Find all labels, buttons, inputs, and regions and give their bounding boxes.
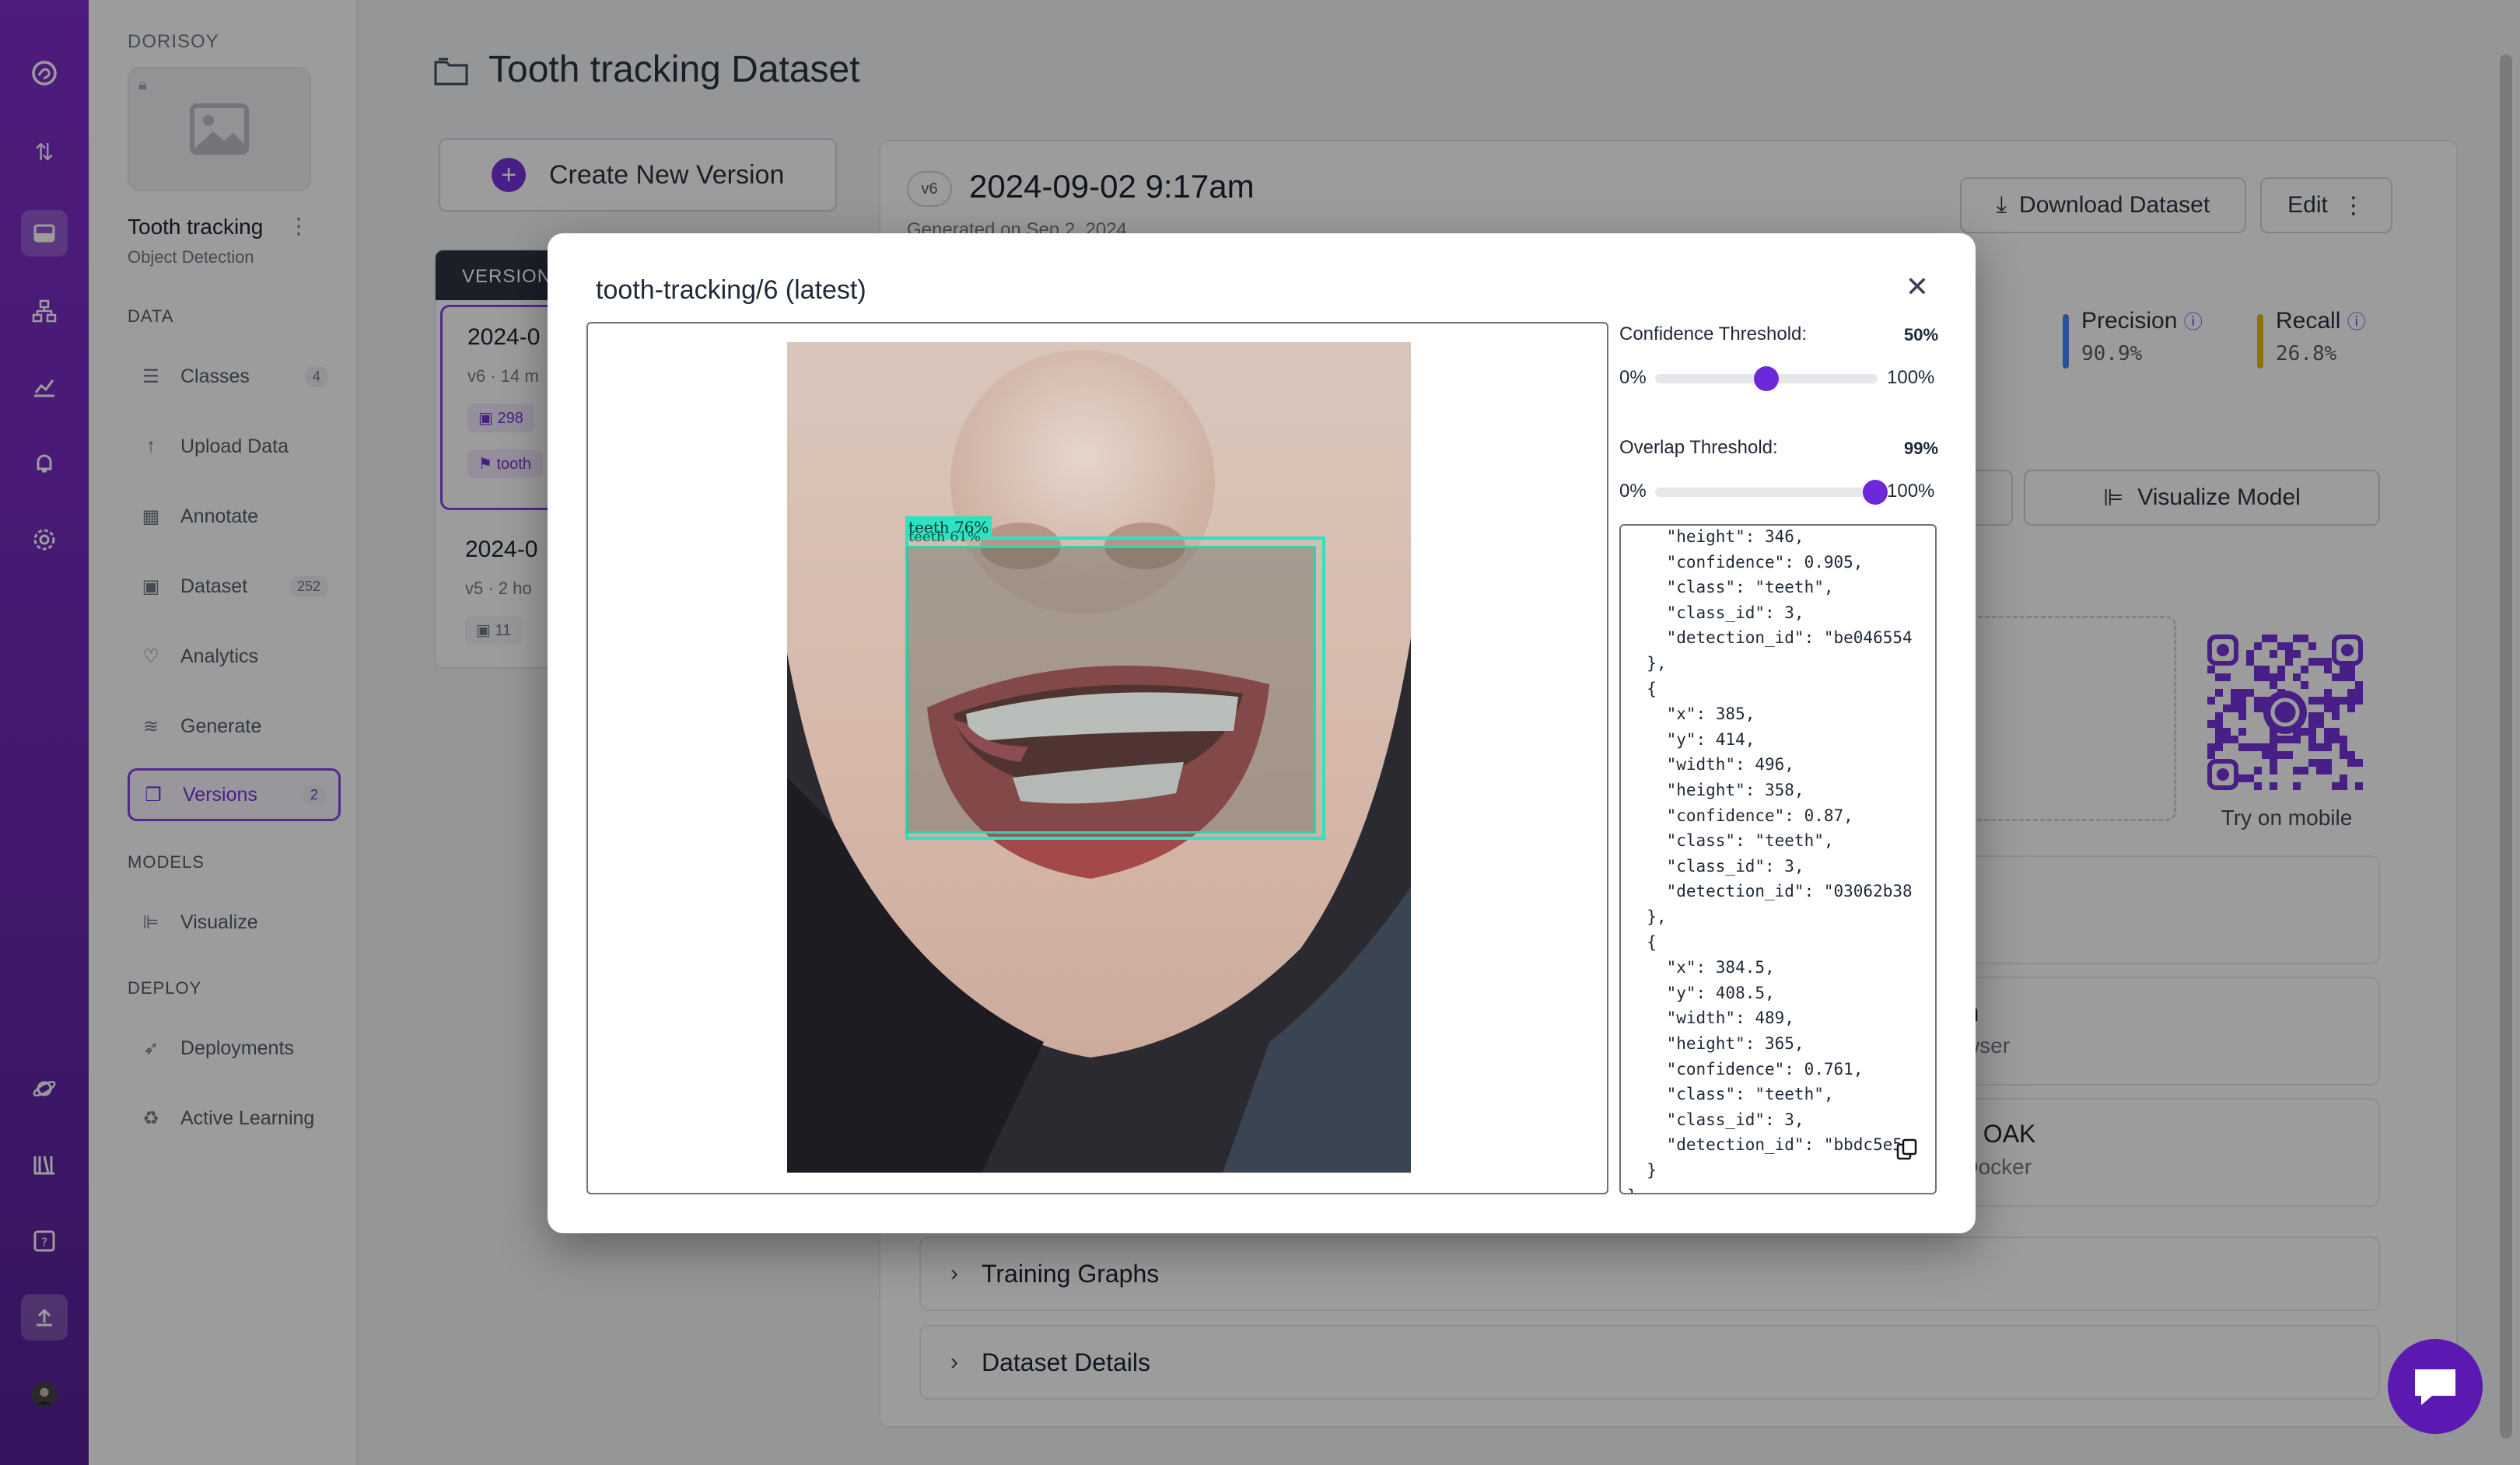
overlap-slider[interactable]: 0% 100% bbox=[1619, 471, 1938, 512]
chat-button[interactable] bbox=[2388, 1339, 2483, 1434]
confidence-slider[interactable]: 0% 100% bbox=[1619, 358, 1938, 398]
modal-title: tooth-tracking/6 (latest) bbox=[596, 275, 866, 305]
json-line: "confidence": 0.761, bbox=[1627, 1059, 1864, 1079]
detection-label: teeth 61% bbox=[908, 529, 982, 545]
json-line: }, bbox=[1627, 654, 1667, 673]
inference-photo: teeth 76% teeth 61% bbox=[787, 342, 1411, 1173]
json-output[interactable]: } } "detection_id": "bbdc5e5c "class_id"… bbox=[1619, 524, 1937, 1194]
slider-max: 100% bbox=[1887, 481, 1935, 502]
json-line: }, bbox=[1627, 907, 1667, 926]
json-line: "confidence": 0.87, bbox=[1627, 806, 1853, 825]
json-line: "detection_id": "03062b38 bbox=[1627, 882, 1913, 901]
json-line: "height": 346, bbox=[1627, 527, 1804, 546]
json-line: "height": 365, bbox=[1627, 1034, 1804, 1053]
json-line: "x": 384.5, bbox=[1627, 958, 1775, 977]
json-line: "detection_id": "bbdc5e5c bbox=[1627, 1135, 1913, 1155]
json-line: "class_id": 3, bbox=[1627, 603, 1804, 622]
json-line: "width": 489, bbox=[1627, 1009, 1794, 1028]
chat-icon bbox=[2415, 1369, 2455, 1405]
json-line: "class_id": 3, bbox=[1627, 1110, 1804, 1129]
json-line: } bbox=[1627, 1161, 1657, 1180]
slider-min: 0% bbox=[1619, 481, 1647, 502]
slider-min: 0% bbox=[1619, 367, 1647, 388]
slider-knob[interactable] bbox=[1754, 366, 1779, 391]
json-line: "confidence": 0.905, bbox=[1627, 552, 1864, 572]
json-line: "detection_id": "be046554 bbox=[1627, 628, 1913, 648]
json-line: "class_id": 3, bbox=[1627, 856, 1804, 876]
detection-box[interactable] bbox=[905, 546, 1316, 834]
json-line: "x": 385, bbox=[1627, 705, 1755, 724]
close-icon[interactable]: ✕ bbox=[1899, 269, 1935, 305]
json-line: "width": 496, bbox=[1627, 755, 1794, 774]
json-line: { bbox=[1627, 932, 1657, 952]
confidence-value: 50% bbox=[1904, 325, 1939, 344]
slider-track[interactable] bbox=[1655, 488, 1878, 497]
json-line: "height": 358, bbox=[1627, 781, 1804, 799]
json-line: "class": "teeth", bbox=[1627, 831, 1834, 851]
inference-image-panel: teeth 76% teeth 61% bbox=[586, 322, 1608, 1194]
model-preview-modal: tooth-tracking/6 (latest) ✕ teeth 76% te… bbox=[548, 233, 1976, 1233]
json-line: "y": 408.5, bbox=[1627, 983, 1775, 1002]
overlap-value: 99% bbox=[1904, 439, 1939, 458]
json-line: } bbox=[1627, 1187, 1637, 1193]
json-line: "class": "teeth", bbox=[1627, 578, 1834, 597]
slider-max: 100% bbox=[1887, 367, 1935, 388]
json-line: "y": 414, bbox=[1627, 729, 1755, 749]
json-line: "class": "teeth", bbox=[1627, 1085, 1834, 1104]
json-line: { bbox=[1627, 679, 1657, 698]
confidence-label: Confidence Threshold: bbox=[1619, 323, 1808, 344]
overlap-label: Overlap Threshold: bbox=[1619, 437, 1778, 458]
slider-knob[interactable] bbox=[1863, 480, 1888, 505]
copy-icon[interactable] bbox=[1895, 1137, 1920, 1162]
